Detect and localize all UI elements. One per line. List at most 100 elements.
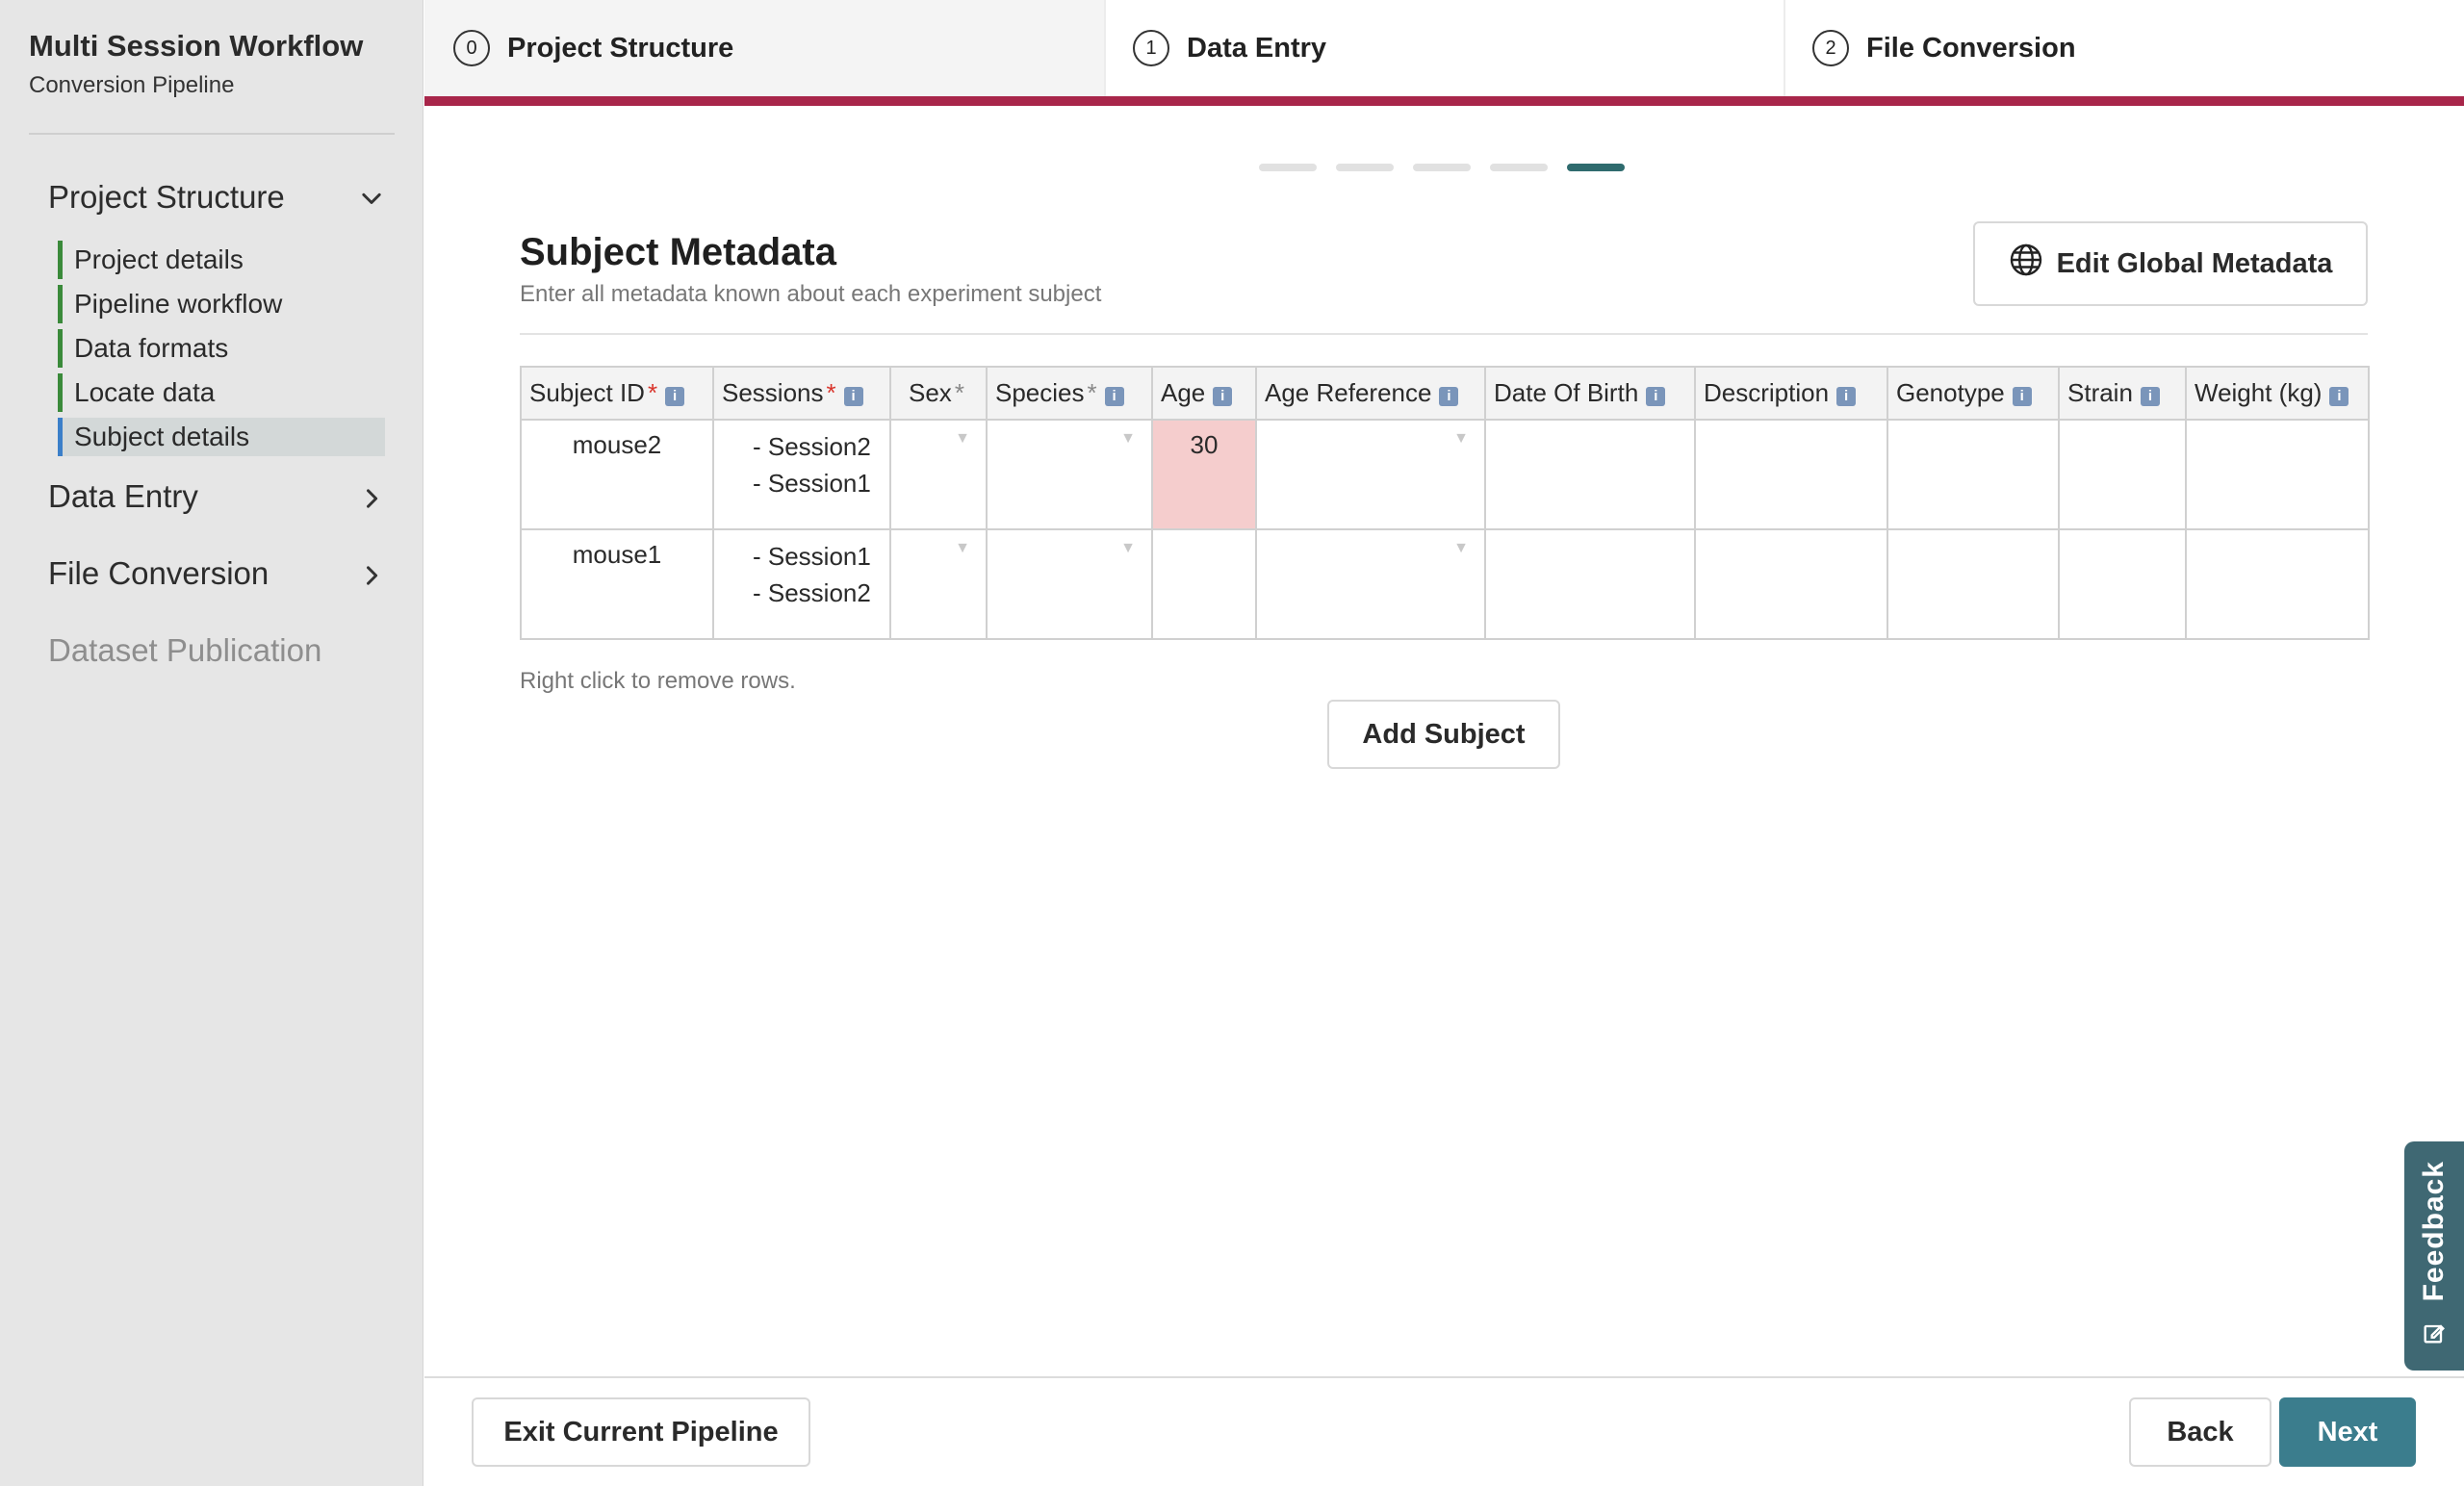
cell-genotype[interactable] — [1886, 528, 2060, 640]
sidebar-section-data-entry[interactable]: Data Entry — [48, 478, 385, 515]
cell-strain[interactable] — [2058, 528, 2187, 640]
sidebar-section-project-structure[interactable]: Project Structure — [48, 179, 385, 216]
globe-icon — [2009, 243, 2043, 285]
add-subject-button[interactable]: Add Subject — [1327, 700, 1560, 769]
table-row: mouse1 - Session1 - Session2 ▼ ▼ ▼ — [520, 528, 2370, 640]
cell-description[interactable] — [1694, 419, 1888, 530]
step-separator — [1104, 0, 1106, 96]
cell-subject-id[interactable]: mouse2 — [520, 419, 714, 530]
cell-sessions[interactable]: - Session2 - Session1 — [712, 419, 891, 530]
progress-dot — [1336, 164, 1394, 171]
chevron-right-icon — [358, 560, 385, 587]
cell-species-dropdown[interactable]: ▼ — [986, 419, 1153, 530]
stepper-progress-bar — [424, 96, 2464, 106]
cell-age-reference-dropdown[interactable]: ▼ — [1255, 528, 1486, 640]
remove-rows-hint: Right click to remove rows. — [520, 668, 796, 694]
step-label: File Conversion — [1866, 32, 2076, 64]
column-header-age-reference[interactable]: Age Reference i — [1255, 366, 1486, 421]
cell-species-dropdown[interactable]: ▼ — [986, 528, 1153, 640]
column-header-sessions[interactable]: Sessions * i — [712, 366, 891, 421]
feedback-label: Feedback — [2418, 1161, 2450, 1302]
step-separator — [1784, 0, 1785, 96]
footer-divider — [424, 1376, 2464, 1378]
subject-metadata-table: Subject ID * i Sessions * i Sex * Species * i A… — [520, 366, 2370, 640]
exit-pipeline-button[interactable]: Exit Current Pipeline — [472, 1397, 810, 1467]
chevron-down-icon — [358, 184, 385, 211]
progress-dot — [1490, 164, 1548, 171]
chevron-right-icon — [358, 483, 385, 510]
cell-age-reference-dropdown[interactable]: ▼ — [1255, 419, 1486, 530]
cell-strain[interactable] — [2058, 419, 2187, 530]
dropdown-arrow-icon: ▼ — [1453, 540, 1469, 556]
sidebar-item-pipeline-workflow[interactable]: Pipeline workflow — [58, 285, 385, 323]
dropdown-arrow-icon: ▼ — [1120, 430, 1136, 447]
info-icon[interactable]: i — [2140, 387, 2160, 406]
cell-sex-dropdown[interactable]: ▼ — [889, 528, 988, 640]
sidebar-section-label: Project Structure — [48, 179, 285, 215]
page-progress-dots — [1259, 164, 1625, 171]
session-entry: - Session2 — [753, 432, 871, 461]
progress-dot — [1259, 164, 1317, 171]
sidebar-section-file-conversion[interactable]: File Conversion — [48, 555, 385, 592]
info-icon[interactable]: i — [1104, 387, 1124, 406]
column-header-subject-id[interactable]: Subject ID * i — [520, 366, 714, 421]
cell-sessions[interactable]: - Session1 - Session2 — [712, 528, 891, 640]
column-header-species[interactable]: Species * i — [986, 366, 1153, 421]
feedback-edit-icon — [2421, 1319, 2448, 1351]
info-icon[interactable]: i — [665, 387, 685, 406]
table-header-row: Subject ID * i Sessions * i Sex * Species * i A… — [520, 366, 2370, 421]
feedback-tab[interactable]: Feedback — [2404, 1141, 2464, 1371]
info-icon[interactable]: i — [2012, 387, 2032, 406]
sidebar-item-locate-data[interactable]: Locate data — [58, 373, 385, 412]
info-icon[interactable]: i — [843, 387, 863, 406]
column-header-genotype[interactable]: Genotype i — [1886, 366, 2060, 421]
column-header-sex[interactable]: Sex * — [889, 366, 988, 421]
cell-genotype[interactable] — [1886, 419, 2060, 530]
dropdown-arrow-icon: ▼ — [955, 430, 970, 447]
column-header-description[interactable]: Description i — [1694, 366, 1888, 421]
next-button[interactable]: Next — [2279, 1397, 2416, 1467]
step-data-entry[interactable]: 1 Data Entry — [1133, 0, 1326, 96]
page-title: Subject Metadata — [520, 231, 836, 273]
sidebar-divider — [29, 133, 395, 135]
cell-age[interactable] — [1151, 528, 1257, 640]
info-icon[interactable]: i — [1213, 387, 1233, 406]
session-entry: - Session1 — [753, 469, 871, 498]
back-button[interactable]: Back — [2129, 1397, 2272, 1467]
info-icon[interactable]: i — [1439, 387, 1459, 406]
cell-weight[interactable] — [2185, 419, 2370, 530]
step-number: 0 — [453, 30, 490, 66]
app-subtitle: Conversion Pipeline — [29, 72, 235, 98]
step-label: Data Entry — [1187, 32, 1327, 64]
cell-date-of-birth[interactable] — [1484, 528, 1696, 640]
column-header-weight[interactable]: Weight (kg) i — [2185, 366, 2370, 421]
dropdown-arrow-icon: ▼ — [955, 540, 970, 556]
sidebar-section-label: Data Entry — [48, 478, 198, 514]
info-icon[interactable]: i — [1836, 387, 1857, 406]
step-project-structure[interactable]: 0 Project Structure — [453, 0, 733, 96]
sidebar-item-subject-details[interactable]: Subject details — [58, 418, 385, 456]
edit-global-metadata-button[interactable]: Edit Global Metadata — [1973, 221, 2368, 306]
sidebar-item-data-formats[interactable]: Data formats — [58, 329, 385, 368]
cell-description[interactable] — [1694, 528, 1888, 640]
progress-dot — [1413, 164, 1471, 171]
dropdown-arrow-icon: ▼ — [1120, 540, 1136, 556]
table-row: mouse2 - Session2 - Session1 ▼ ▼ 30 ▼ — [520, 419, 2370, 530]
cell-sex-dropdown[interactable]: ▼ — [889, 419, 988, 530]
step-file-conversion[interactable]: 2 File Conversion — [1812, 0, 2076, 96]
app-title: Multi Session Workflow — [29, 29, 364, 63]
sidebar-item-project-details[interactable]: Project details — [58, 241, 385, 279]
cell-weight[interactable] — [2185, 528, 2370, 640]
cell-date-of-birth[interactable] — [1484, 419, 1696, 530]
info-icon[interactable]: i — [2329, 387, 2349, 406]
sidebar: Multi Session Workflow Conversion Pipeli… — [0, 0, 424, 1486]
sidebar-section-label: File Conversion — [48, 555, 270, 591]
cell-age-invalid[interactable]: 30 — [1151, 419, 1257, 530]
cell-subject-id[interactable]: mouse1 — [520, 528, 714, 640]
column-header-strain[interactable]: Strain i — [2058, 366, 2187, 421]
progress-dot-active — [1567, 164, 1625, 171]
column-header-date-of-birth[interactable]: Date Of Birth i — [1484, 366, 1696, 421]
page-description: Enter all metadata known about each expe… — [520, 281, 1102, 307]
info-icon[interactable]: i — [1646, 387, 1666, 406]
column-header-age[interactable]: Age i — [1151, 366, 1257, 421]
